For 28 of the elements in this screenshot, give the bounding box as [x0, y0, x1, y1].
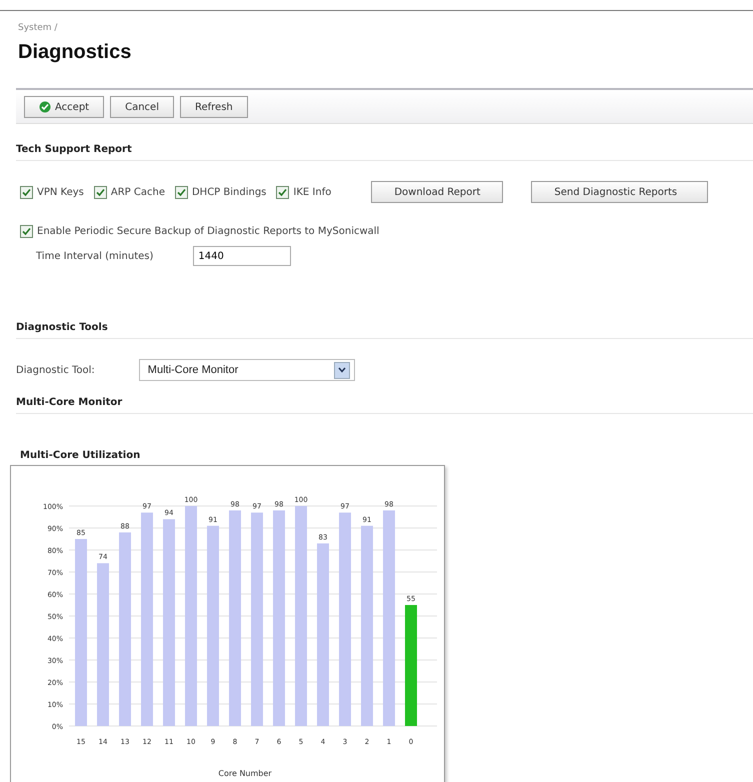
- check-circle-icon: [39, 101, 51, 113]
- toolbar-button[interactable]: Refresh: [180, 96, 248, 118]
- download-button[interactable]: Download Report: [371, 181, 504, 203]
- dropdown[interactable]: Multi-Core Monitor: [138, 359, 355, 381]
- checkbox[interactable]: [20, 186, 33, 198]
- checkbox[interactable]: [276, 186, 290, 198]
- checkbox-label: DHCP Bindings: [192, 186, 266, 198]
- toolbar-button[interactable]: Cancel: [110, 96, 174, 118]
- section-heading: Multi-Core Monitor: [16, 397, 753, 414]
- field-label: Diagnostic Tool:: [16, 364, 95, 376]
- field-label: Time Interval (minutes): [36, 250, 154, 262]
- page-title: Diagnostics: [18, 41, 132, 64]
- checkbox-label: Enable Periodic Secure Backup of Diagnostic Reports to MySonicwall: [37, 226, 380, 237]
- checkbox[interactable]: [174, 186, 188, 198]
- input-field[interactable]: 1440: [193, 246, 292, 266]
- chart-title: Multi-Core Utilization: [20, 450, 142, 461]
- section-heading: Diagnostic Tools: [16, 322, 753, 339]
- axis-title: Core Number: [218, 769, 272, 778]
- send-button[interactable]: Send Diagnostic Reports: [531, 181, 708, 203]
- breadcrumb[interactable]: System /: [18, 23, 735, 33]
- section-heading: Tech Support Report: [16, 144, 753, 161]
- checkbox-label: VPN Keys: [37, 186, 84, 198]
- checkbox[interactable]: [94, 186, 107, 198]
- chevron-down-icon: [334, 362, 350, 378]
- checkbox[interactable]: [20, 225, 33, 238]
- checkbox-label: ARP Cache: [110, 186, 165, 198]
- checkbox-label: IKE Info: [293, 186, 332, 198]
- accept-button[interactable]: Accept: [24, 96, 104, 118]
